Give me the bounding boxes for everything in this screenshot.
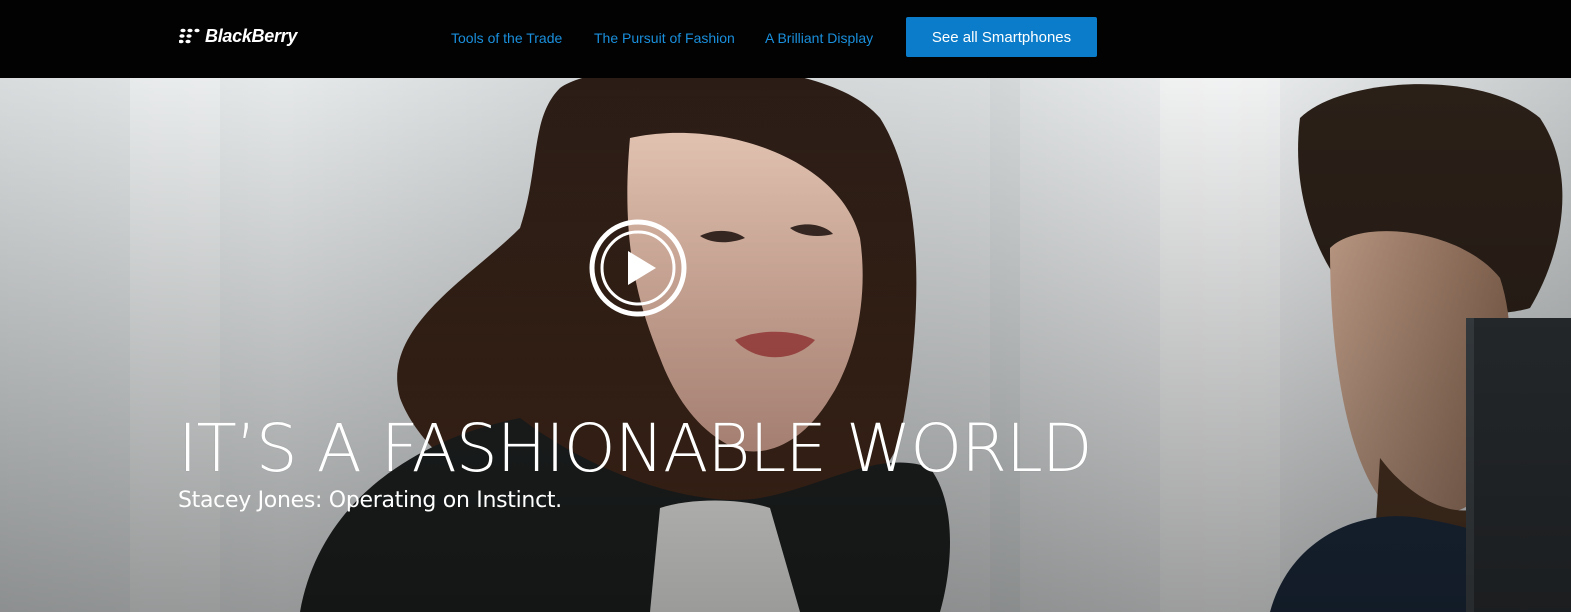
play-icon [589, 219, 687, 317]
see-all-smartphones-button[interactable]: See all Smartphones [906, 17, 1097, 57]
hero-background-photo [0, 78, 1571, 612]
top-navigation-bar: BlackBerry Tools of the Trade The Pursui… [0, 0, 1571, 78]
brand-logo[interactable]: BlackBerry [179, 24, 297, 48]
nav-link-pursuit-of-fashion[interactable]: The Pursuit of Fashion [594, 30, 735, 46]
hero-banner: IT’S A FASHIONABLE WORLD Stacey Jones: O… [0, 78, 1571, 612]
blackberry-logo-icon [179, 28, 200, 44]
video-play-button[interactable] [588, 218, 688, 318]
brand-name: BlackBerry [205, 25, 298, 46]
hero-subheadline: Stacey Jones: Operating on Instinct. [178, 488, 562, 513]
nav-link-tools-of-the-trade[interactable]: Tools of the Trade [451, 30, 562, 46]
nav-link-brilliant-display[interactable]: A Brilliant Display [765, 30, 873, 46]
hero-headline: IT’S A FASHIONABLE WORLD [178, 410, 1093, 487]
